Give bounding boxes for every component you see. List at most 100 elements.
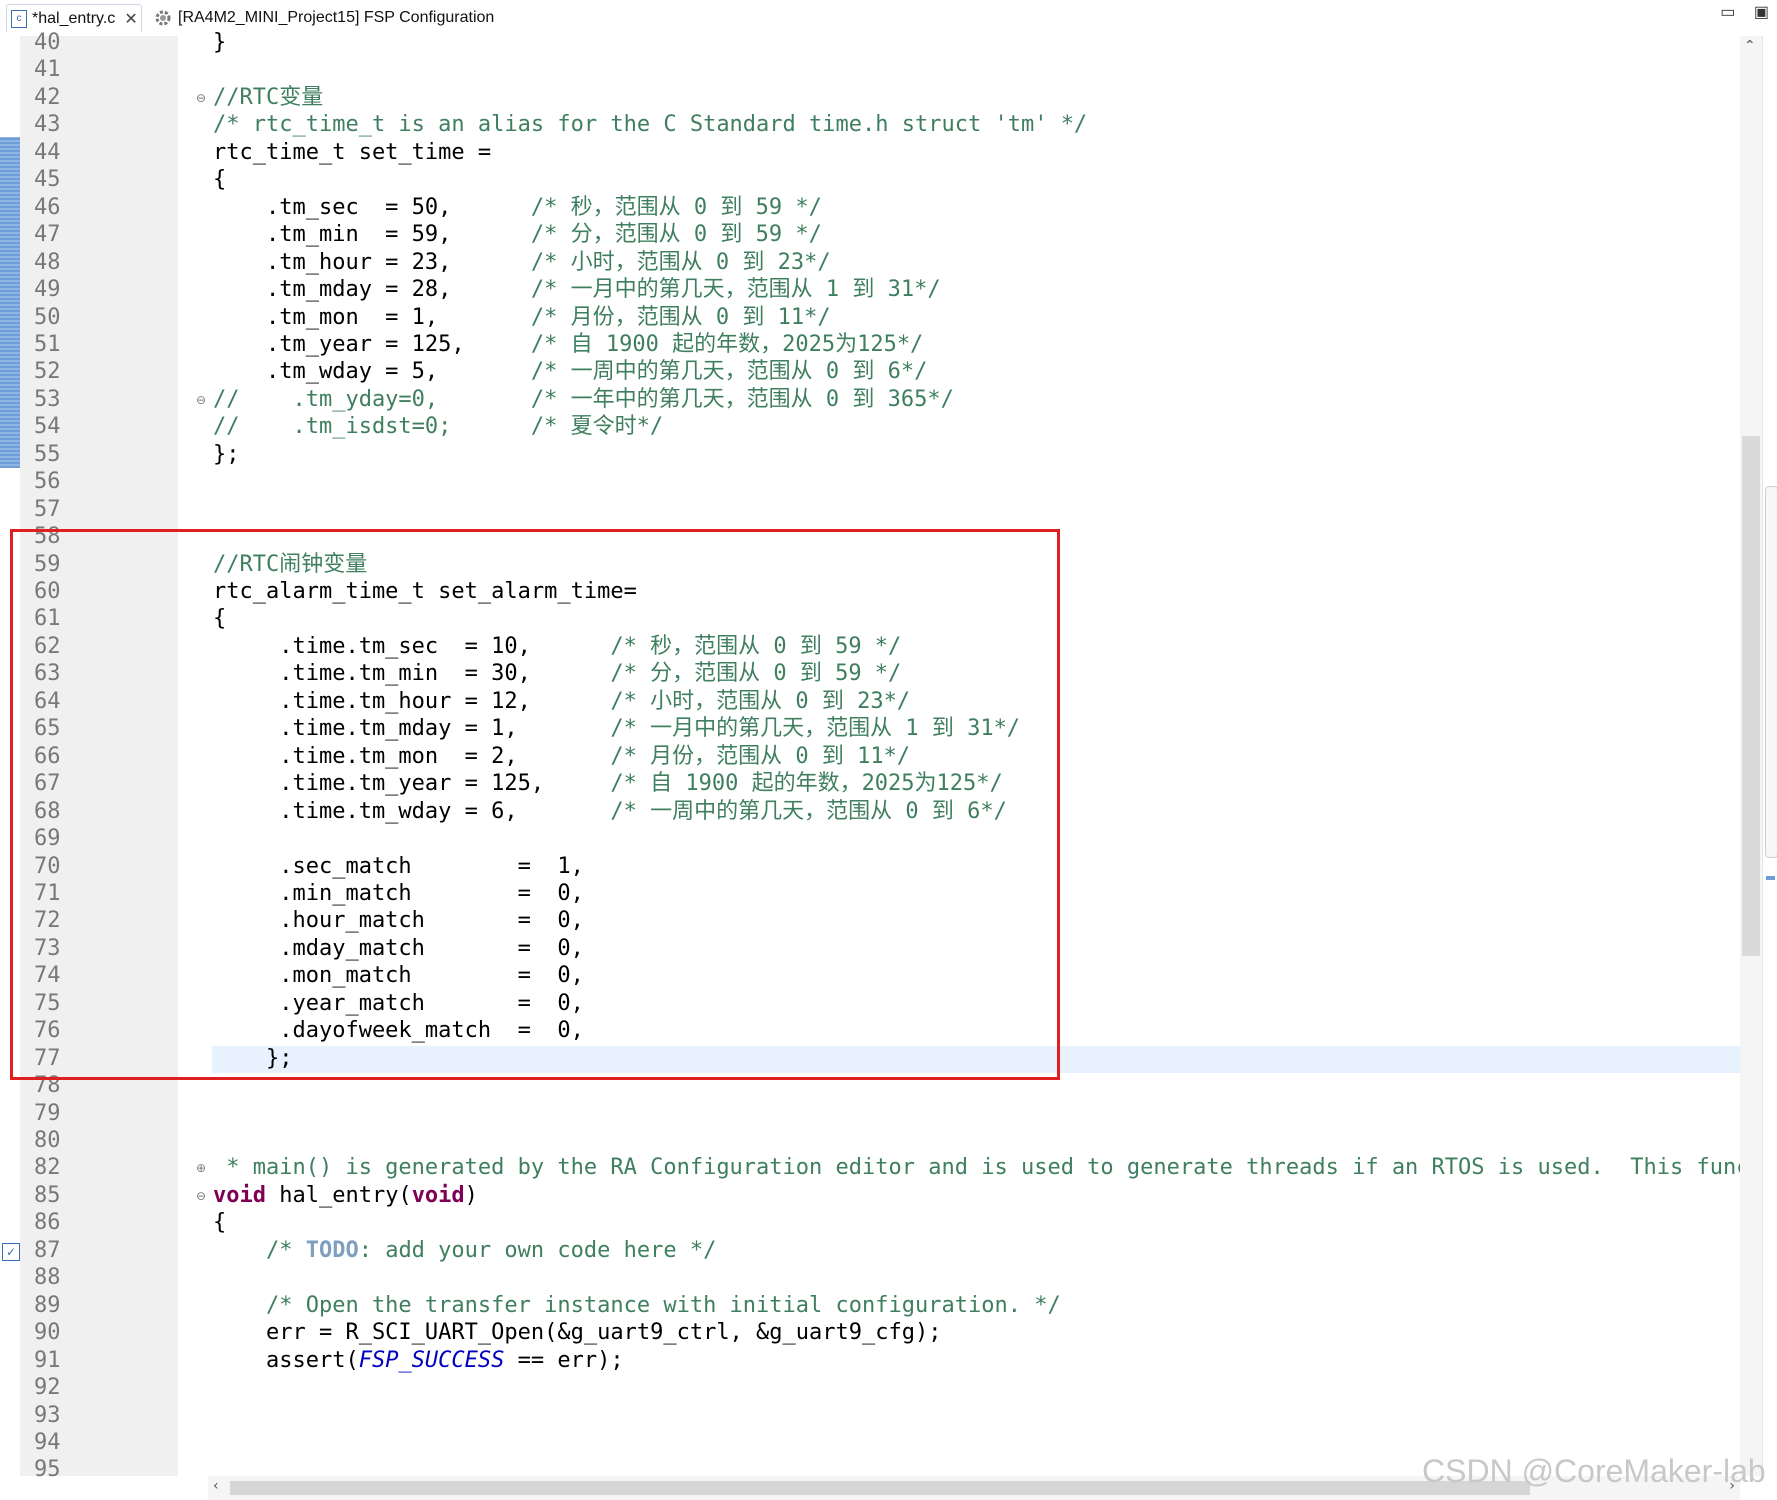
scroll-left-icon[interactable]: ‹	[213, 1478, 219, 1494]
code-line[interactable]: };	[213, 441, 240, 468]
fold-collapse-icon[interactable]: ⊖	[196, 394, 208, 406]
code-text: };	[213, 442, 240, 467]
code-comment: /*	[213, 1238, 306, 1263]
vertical-scroll-thumb[interactable]	[1742, 436, 1760, 956]
line-number: 45	[34, 167, 61, 192]
line-number: 86	[34, 1210, 61, 1235]
code-line[interactable]: .tm_year = 125, /* 自 1900 起的年数，2025为125*…	[213, 331, 923, 358]
c-file-icon: c	[11, 9, 27, 28]
code-line[interactable]: void hal_entry(void)	[213, 1182, 478, 1209]
code-text: == err);	[504, 1348, 624, 1373]
code-comment: /* 小时，范围从 0 到 23*/	[530, 250, 831, 275]
task-marker-icon[interactable]: ✓	[2, 1243, 20, 1261]
overview-change-marker[interactable]	[1766, 876, 1775, 880]
line-number: 85	[34, 1183, 61, 1208]
code-comment: /* 秒，范围从 0 到 59 */	[530, 195, 822, 220]
line-number: 40	[34, 30, 61, 55]
code-comment: /* 分，范围从 0 到 59 */	[530, 222, 822, 247]
code-line[interactable]: .tm_hour = 23, /* 小时，范围从 0 到 23*/	[213, 249, 831, 276]
line-number: 80	[34, 1128, 61, 1153]
fold-collapse-icon[interactable]: ⊖	[196, 1190, 208, 1202]
line-number: 52	[34, 359, 61, 384]
code-line[interactable]: {	[213, 1209, 226, 1236]
code-text: assert(	[213, 1348, 359, 1373]
tab-fsp-configuration[interactable]: [RA4M2_MINI_Project15] FSP Configuration	[150, 4, 494, 32]
minimize-button[interactable]: ▭	[1720, 4, 1735, 21]
code-text: .tm_sec = 50,	[213, 195, 531, 220]
code-text: {	[213, 1210, 227, 1235]
line-number: 89	[34, 1293, 61, 1318]
code-line[interactable]: .tm_min = 59, /* 分，范围从 0 到 59 */	[213, 221, 822, 248]
code-comment: /* 月份，范围从 0 到 11*/	[530, 305, 831, 330]
code-todo-tag: TODO	[305, 1238, 359, 1263]
line-number: 55	[34, 442, 61, 467]
horizontal-scroll-thumb[interactable]	[230, 1481, 1530, 1495]
code-line[interactable]: /* Open the transfer instance with initi…	[213, 1292, 1061, 1319]
code-comment: /* 一月中的第几天，范围从 1 到 31*/	[530, 277, 941, 302]
line-number: 47	[34, 222, 61, 247]
quick-diff-change-bar	[0, 137, 20, 468]
overview-ruler[interactable]	[1762, 36, 1777, 1476]
code-line[interactable]: .tm_sec = 50, /* 秒，范围从 0 到 59 */	[213, 194, 822, 221]
line-number: 79	[34, 1101, 61, 1126]
vertical-scrollbar[interactable]: ⌃	[1740, 36, 1762, 1476]
line-number: 56	[34, 469, 61, 494]
code-line[interactable]: err = R_SCI_UART_Open(&g_uart9_ctrl, &g_…	[213, 1319, 942, 1346]
code-line[interactable]: // .tm_isdst=0; /* 夏令时*/	[213, 413, 663, 440]
tab-hal-entry[interactable]: c *hal_entry.c ✕	[6, 4, 142, 32]
code-comment: // .tm_isdst=0; /* 夏令时*/	[213, 414, 664, 439]
code-keyword: void	[411, 1183, 465, 1208]
code-line[interactable]: .tm_mday = 28, /* 一月中的第几天，范围从 1 到 31*/	[213, 276, 941, 303]
code-line[interactable]: // .tm_yday=0, /* 一年中的第几天，范围从 0 到 365*/	[213, 386, 954, 413]
code-comment: /* Open the transfer instance with initi…	[213, 1293, 1061, 1318]
code-line[interactable]: assert(FSP_SUCCESS == err);	[213, 1347, 624, 1374]
line-number: 90	[34, 1320, 61, 1345]
maximize-button[interactable]: ▣	[1754, 4, 1769, 21]
code-line[interactable]: rtc_time_t set_time =	[213, 139, 491, 166]
line-number: 51	[34, 332, 61, 357]
overview-ruler-thumb[interactable]	[1765, 486, 1777, 858]
tab-label: [RA4M2_MINI_Project15] FSP Configuration	[178, 9, 495, 26]
code-line[interactable]: {	[213, 166, 226, 193]
code-text: err = R_SCI_UART_Open(&g_uart9_ctrl, &g_…	[213, 1320, 942, 1345]
scroll-up-icon[interactable]: ⌃	[1744, 38, 1756, 54]
code-comment: //RTC变量	[213, 85, 324, 110]
line-number: 94	[34, 1430, 61, 1455]
line-number: 92	[34, 1375, 61, 1400]
close-icon[interactable]: ✕	[124, 9, 137, 29]
code-keyword: void	[213, 1183, 266, 1208]
code-line[interactable]: .tm_wday = 5, /* 一周中的第几天，范围从 0 到 6*/	[213, 358, 927, 385]
annotation-highlight-box	[10, 529, 1060, 1080]
line-number: 48	[34, 250, 61, 275]
fold-collapse-icon[interactable]: ⊖	[196, 92, 208, 104]
line-number: 87	[34, 1238, 61, 1263]
code-text: )	[464, 1183, 478, 1208]
window-controls: ▭ ▣	[1706, 2, 1769, 22]
code-line[interactable]: /* rtc_time_t is an alias for the C Stan…	[213, 111, 1087, 138]
code-macro: FSP_SUCCESS	[358, 1348, 505, 1373]
code-line[interactable]: * main() is generated by the RA Configur…	[213, 1154, 1776, 1181]
code-text: .tm_hour = 23,	[213, 250, 531, 275]
code-text: }	[213, 30, 227, 55]
code-line[interactable]: /* TODO: add your own code here */	[213, 1237, 716, 1264]
code-line[interactable]: .tm_mon = 1, /* 月份，范围从 0 到 11*/	[213, 304, 831, 331]
code-text: {	[213, 167, 227, 192]
line-number: 54	[34, 414, 61, 439]
code-line[interactable]: }	[213, 29, 226, 56]
line-number: 82	[34, 1155, 61, 1180]
code-text: .tm_year = 125,	[213, 332, 531, 357]
line-number: 49	[34, 277, 61, 302]
code-comment: * main() is generated by the RA Configur…	[213, 1155, 1776, 1180]
code-text: .tm_wday = 5,	[213, 359, 531, 384]
line-number: 50	[34, 305, 61, 330]
code-comment: /* 自 1900 起的年数，2025为125*/	[530, 332, 924, 357]
code-comment: // .tm_yday=0, /* 一年中的第几天，范围从 0 到 365*/	[213, 387, 954, 412]
line-number: 57	[34, 497, 61, 522]
code-line[interactable]: //RTC变量	[213, 84, 323, 111]
code-text: .tm_mon = 1,	[213, 305, 531, 330]
line-number: 53	[34, 387, 61, 412]
fold-expand-icon[interactable]: ⊕	[196, 1162, 208, 1174]
line-number: 41	[34, 57, 61, 82]
line-number: 43	[34, 112, 61, 137]
watermark: CSDN @CoreMaker-lab	[1422, 1453, 1766, 1489]
